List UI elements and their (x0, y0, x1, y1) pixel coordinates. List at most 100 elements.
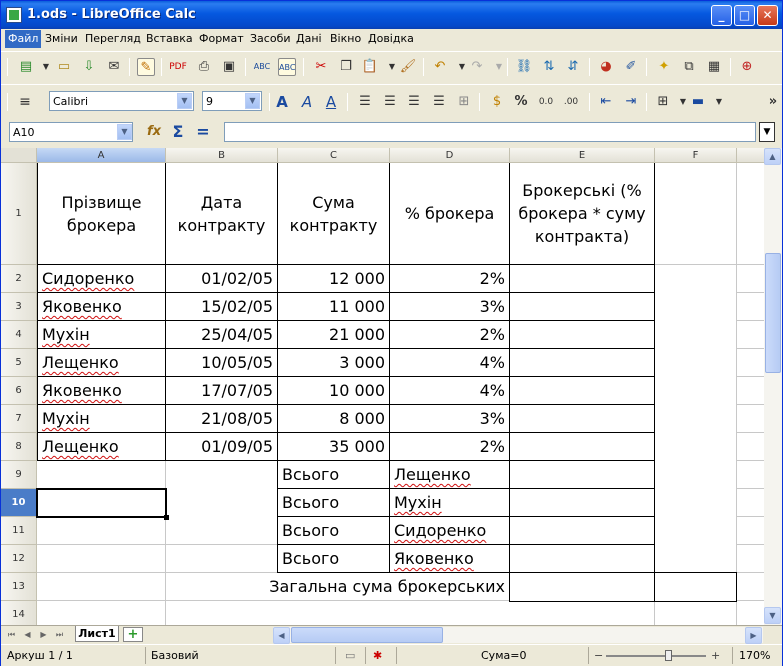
cell-c2[interactable]: 12 000 (278, 265, 389, 292)
cell-a5[interactable]: Лещенко (38, 349, 123, 376)
merge-cells-icon[interactable]: ⊞ (455, 93, 473, 111)
column-header-e[interactable]: E (510, 148, 655, 163)
print-preview-icon[interactable]: ▣ (220, 58, 238, 76)
print-icon[interactable]: ⎙ (195, 58, 213, 76)
edit-file-icon[interactable]: ✎ (137, 58, 155, 76)
percent-icon[interactable]: % (512, 93, 530, 111)
cell-a6[interactable]: Яковенко (38, 377, 126, 404)
row-header-14[interactable]: 14 (1, 601, 37, 625)
datasources-icon[interactable]: ▦ (705, 58, 723, 76)
row-header-1[interactable]: 1 (1, 163, 37, 265)
email-icon[interactable]: ✉ (105, 58, 123, 76)
styles-icon[interactable]: ≡ (16, 93, 34, 111)
add-sheet-icon[interactable]: + (123, 627, 143, 642)
redo-icon[interactable]: ↷ (468, 58, 486, 76)
menu-view[interactable]: Перегляд (85, 32, 141, 45)
cell-b8[interactable]: 01/09/05 (166, 433, 277, 460)
row-header-3[interactable]: 3 (1, 293, 37, 321)
redo-dropdown-icon[interactable]: ▼ (490, 58, 508, 76)
cell-c12[interactable]: Всього (278, 545, 343, 572)
spreadsheet-grid[interactable]: A B C D E F 1 2 3 4 5 6 7 8 9 10 11 12 1… (1, 148, 764, 625)
chevron-down-icon[interactable]: ▼ (245, 93, 260, 109)
row-header-8[interactable]: 8 (1, 433, 37, 461)
row-header-7[interactable]: 7 (1, 405, 37, 433)
zoom-in-icon[interactable]: + (711, 649, 720, 662)
scroll-down-icon[interactable]: ▼ (764, 607, 781, 624)
hyperlink-icon[interactable]: ⛓ (515, 58, 533, 76)
undo-icon[interactable]: ↶ (431, 58, 449, 76)
column-header-c[interactable]: C (278, 148, 390, 163)
chart-icon[interactable]: ◕ (597, 58, 615, 76)
cell-a8[interactable]: Лещенко (38, 433, 123, 460)
select-all-corner[interactable] (1, 148, 37, 163)
increase-indent-icon[interactable]: ⇥ (622, 93, 640, 111)
prev-sheet-icon[interactable]: ◀ (21, 628, 34, 641)
menu-edit[interactable]: Зміни (45, 32, 78, 45)
zoom-out-icon[interactable]: − (594, 649, 603, 662)
cell-d10[interactable]: Мухін (390, 489, 446, 516)
cell-d4[interactable]: 2% (390, 321, 509, 348)
name-box[interactable]: A10 ▼ (9, 122, 133, 142)
cell-d12[interactable]: Яковенко (390, 545, 478, 572)
minimize-button[interactable]: _ (711, 5, 732, 26)
first-sheet-icon[interactable]: ⏮ (5, 628, 18, 641)
menu-help[interactable]: Довідка (368, 32, 414, 45)
menu-data[interactable]: Дані (296, 32, 322, 45)
cell-c7[interactable]: 8 000 (278, 405, 389, 432)
pdf-icon[interactable]: PDF (169, 58, 187, 76)
new-icon[interactable]: ▤ (17, 58, 35, 76)
menu-file[interactable]: Файл (5, 30, 42, 48)
row-header-12[interactable]: 12 (1, 545, 37, 573)
cell-d7[interactable]: 3% (390, 405, 509, 432)
scroll-right-icon[interactable]: ▶ (745, 627, 762, 644)
navigator-icon[interactable]: ✦ (655, 58, 673, 76)
header-broker-percent[interactable]: % брокера (390, 163, 509, 264)
row-header-6[interactable]: 6 (1, 377, 37, 405)
zoom-slider-handle[interactable] (665, 650, 672, 661)
cell-c9[interactable]: Всього (278, 461, 343, 488)
row-header-4[interactable]: 4 (1, 321, 37, 349)
cell-b4[interactable]: 25/04/05 (166, 321, 277, 348)
expand-formula-icon[interactable]: ▼ (759, 122, 775, 142)
cell-b3[interactable]: 15/02/05 (166, 293, 277, 320)
gallery-icon[interactable]: ⧉ (680, 58, 698, 76)
chevron-down-icon[interactable]: ▼ (117, 124, 132, 140)
fill-handle[interactable] (164, 515, 169, 520)
row-header-13[interactable]: 13 (1, 573, 37, 601)
cell-c4[interactable]: 21 000 (278, 321, 389, 348)
header-brokerage[interactable]: Брокерські (% брокера * суму контракта) (510, 163, 654, 264)
cell-b5[interactable]: 10/05/05 (166, 349, 277, 376)
horizontal-scrollbar[interactable]: ◀ ▶ (273, 627, 763, 644)
clone-format-icon[interactable]: 🖌 (399, 58, 417, 76)
cell-c6[interactable]: 10 000 (278, 377, 389, 404)
open-icon[interactable]: ▭ (55, 58, 73, 76)
save-icon[interactable]: ⇩ (80, 58, 98, 76)
vertical-scrollbar[interactable]: ▲ ▼ (764, 148, 782, 625)
cell-c3[interactable]: 11 000 (278, 293, 389, 320)
chevron-down-icon[interactable]: ▼ (177, 93, 192, 109)
formula-input[interactable] (224, 122, 756, 142)
maximize-button[interactable]: □ (734, 5, 755, 26)
decimal-add-icon[interactable]: .00 (562, 93, 580, 111)
row-header-2[interactable]: 2 (1, 265, 37, 293)
help-icon[interactable]: ⊕ (738, 58, 756, 76)
sort-ascending-icon[interactable]: ⇅ (540, 58, 558, 76)
font-name-combo[interactable]: Calibri ▼ (49, 91, 194, 111)
menu-tools[interactable]: Засоби (250, 32, 291, 45)
menu-insert[interactable]: Вставка (146, 32, 193, 45)
cell-d8[interactable]: 2% (390, 433, 509, 460)
row-header-10[interactable]: 10 (1, 489, 37, 517)
menu-window[interactable]: Вікно (330, 32, 361, 45)
font-size-combo[interactable]: 9 ▼ (202, 91, 262, 111)
cell-c10[interactable]: Всього (278, 489, 343, 516)
bold-icon[interactable]: A (273, 93, 291, 111)
background-dropdown-icon[interactable]: ▼ (710, 93, 728, 111)
cell-b7[interactable]: 21/08/05 (166, 405, 277, 432)
cell-grand-total-label[interactable]: Загальна сума брокерських (166, 573, 509, 600)
underline-icon[interactable]: A (322, 93, 340, 111)
row-header-5[interactable]: 5 (1, 349, 37, 377)
next-sheet-icon[interactable]: ▶ (37, 628, 50, 641)
row-header-9[interactable]: 9 (1, 461, 37, 489)
spellcheck-icon[interactable]: ABC (253, 58, 271, 76)
cell-d9[interactable]: Лещенко (390, 461, 475, 488)
